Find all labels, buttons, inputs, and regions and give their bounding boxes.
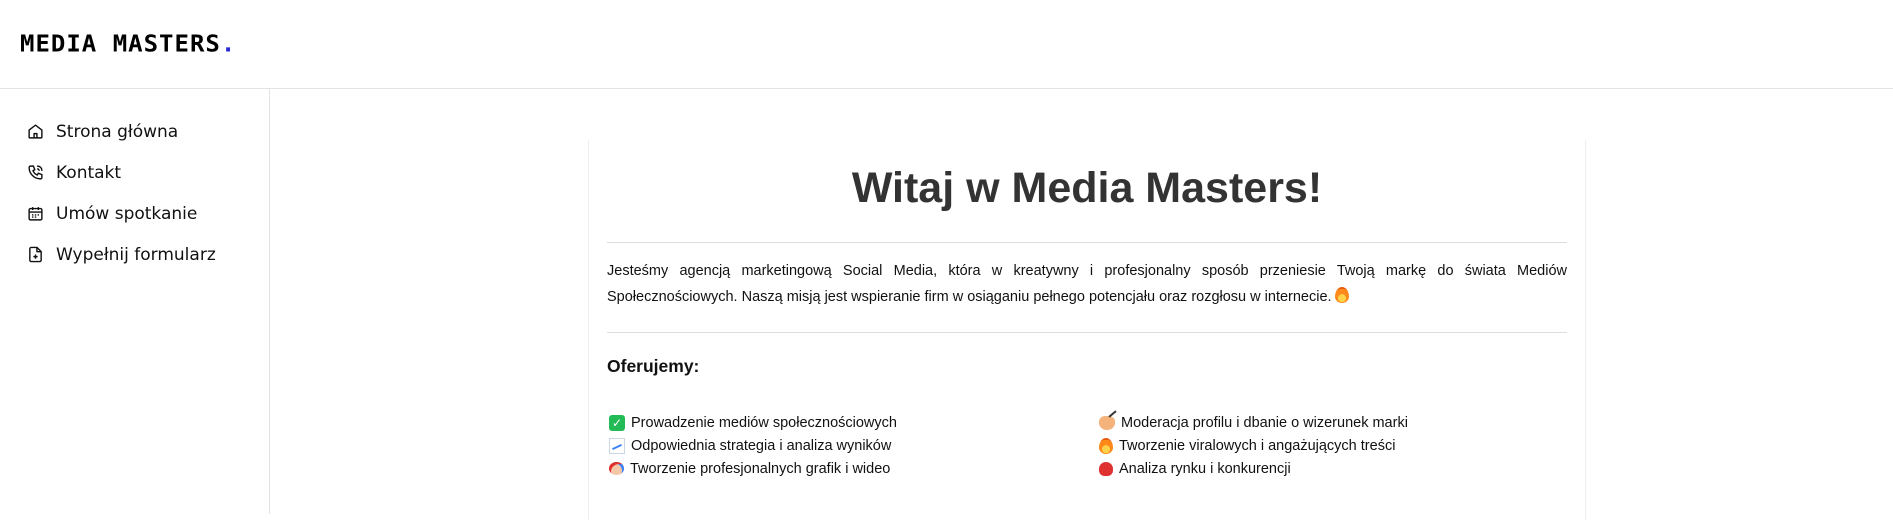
page-title: Witaj w Media Masters! <box>851 164 1323 212</box>
boxing-glove-emoji <box>1099 461 1113 476</box>
file-plus-icon <box>29 246 42 263</box>
sidebar-item-meeting[interactable]: Umów spotkanie <box>0 193 269 234</box>
check-mark-emoji: ✓ <box>609 414 625 431</box>
fire-emoji <box>1334 287 1349 303</box>
writing-hand-emoji <box>1099 415 1115 430</box>
sidebar-item-label: Wypełnij formularz <box>56 244 216 265</box>
sidebar-item-label: Strona główna <box>56 121 179 142</box>
offer-heading: Oferujemy: <box>607 356 700 376</box>
list-item: Odpowiednia strategia i analiza wyników <box>607 436 1097 455</box>
top-header: MEDIA MASTERS. <box>0 0 1893 89</box>
list-item: Analiza rynku i konkurencji <box>1097 459 1587 478</box>
intro-text: Jesteśmy agencją marketingową Social Med… <box>607 263 1567 305</box>
sidebar: Strona główna Kontakt Umów spotkanie Wyp… <box>0 89 270 514</box>
sidebar-item-home[interactable]: Strona główna <box>0 111 269 152</box>
calendar-icon <box>28 207 43 221</box>
chart-increasing-emoji <box>609 437 625 454</box>
list-item: Tworzenie profesjonalnych grafik i wideo <box>607 459 1097 478</box>
offer-list: ✓ Prowadzenie mediów społecznościowych Mo… <box>607 413 1567 478</box>
sidebar-item-label: Umów spotkanie <box>56 203 198 224</box>
palette-emoji <box>609 462 624 475</box>
logo[interactable]: MEDIA MASTERS. <box>20 31 236 58</box>
sidebar-item-form[interactable]: Wypełnij formularz <box>0 234 269 275</box>
list-item: ✓ Prowadzenie mediów społecznościowych <box>607 413 1097 432</box>
welcome-card: Witaj w Media Masters! Jesteśmy agencją … <box>588 140 1586 520</box>
phone-icon <box>28 165 43 180</box>
fire-emoji <box>1099 437 1113 454</box>
list-item: Tworzenie viralowych i angażujących treś… <box>1097 436 1587 455</box>
list-item: Moderacja profilu i dbanie o wizerunek m… <box>1097 413 1587 432</box>
sidebar-item-contact[interactable]: Kontakt <box>0 152 269 193</box>
home-icon <box>28 124 43 139</box>
sidebar-item-label: Kontakt <box>56 162 122 183</box>
